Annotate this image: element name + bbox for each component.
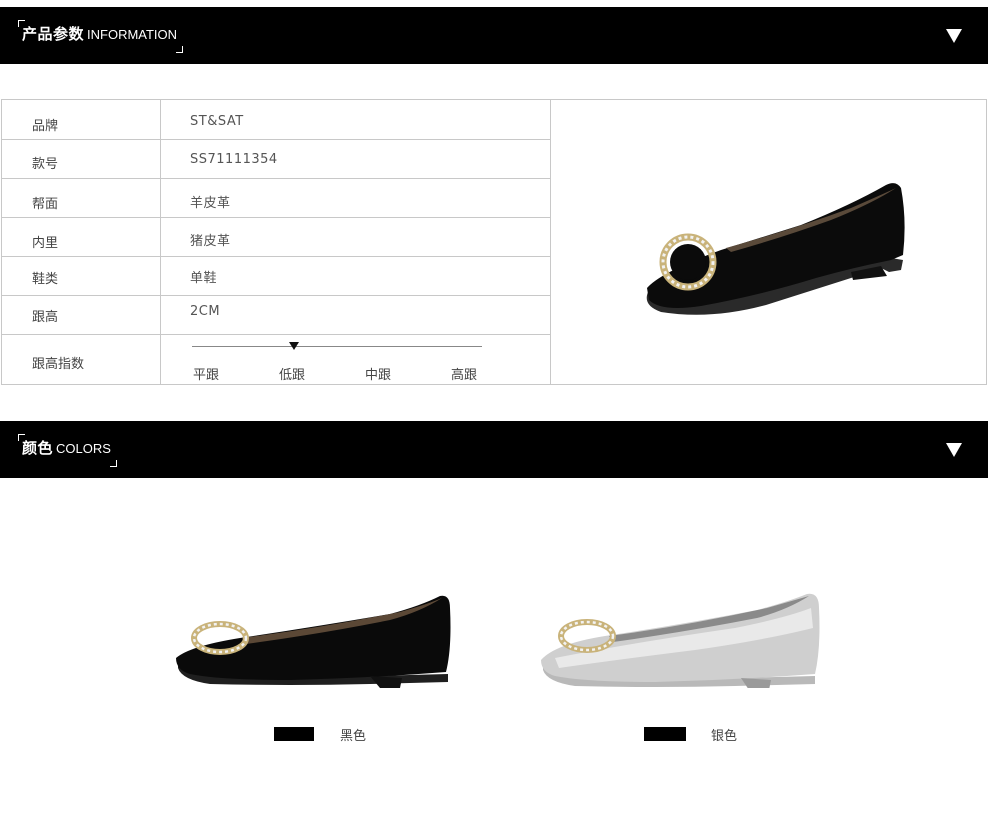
color-label: 银色 [711,729,738,744]
param-value: 羊皮革 [190,196,231,211]
table-divider [160,100,161,384]
table-row: 品牌 ST&SAT [2,100,550,140]
product-info-panel: 品牌 ST&SAT 款号 SS71111354 帮面 羊皮革 内里 猪皮革 鞋类… [1,99,987,385]
param-label: 内里 [32,236,59,251]
param-value: SS71111354 [190,152,278,167]
black-shoe-image[interactable] [170,588,460,688]
param-label: 鞋类 [32,272,59,287]
params-table: 品牌 ST&SAT 款号 SS71111354 帮面 羊皮革 内里 猪皮革 鞋类… [2,100,551,384]
bracket-close-icon [109,460,117,467]
table-row: 鞋类 单鞋 [2,256,550,296]
table-row: 跟高 2CM [2,295,550,335]
color-swatch-black[interactable] [274,727,314,741]
color-swatch-silver[interactable] [644,727,686,741]
param-value: 2CM [190,304,221,319]
section-title-cn: 颜色 [22,439,54,457]
bracket-open-icon [18,20,25,27]
section-title: 颜色 COLORS [18,434,117,467]
heel-scale-line [192,346,482,347]
section-header-colors: 颜色 COLORS [0,421,988,478]
heel-level-label: 中跟 [365,368,392,383]
heel-level-label: 高跟 [451,368,478,383]
heel-index-label: 跟高指数 [32,357,85,372]
color-label: 黑色 [340,729,367,744]
section-title-en: INFORMATION [87,27,178,42]
section-title-cn: 产品参数 [22,25,85,43]
section-title: 产品参数 INFORMATION [18,20,184,53]
param-value: 猪皮革 [190,234,231,249]
triangle-down-icon[interactable] [946,443,962,457]
black-flat-shoe-image [646,183,905,315]
param-label: 款号 [32,157,59,172]
bracket-open-icon [18,434,25,441]
heel-level-label: 平跟 [193,368,220,383]
table-row: 帮面 羊皮革 [2,178,550,218]
table-row: 款号 SS71111354 [2,139,550,179]
param-value: ST&SAT [190,114,244,129]
silver-shoe-image[interactable] [535,588,825,688]
product-image [551,100,986,384]
heel-level-label: 低跟 [279,368,306,383]
section-header-information: 产品参数 INFORMATION [0,7,988,64]
param-label: 品牌 [32,119,59,134]
bracket-close-icon [176,46,184,53]
param-label: 跟高 [32,310,59,325]
heel-scale-marker [289,342,299,350]
color-options: 黑色 银色 [0,478,990,825]
heel-index-row: 跟高指数 平跟 低跟 中跟 高跟 [2,334,550,384]
param-label: 帮面 [32,197,59,212]
table-row: 内里 猪皮革 [2,217,550,257]
triangle-down-icon[interactable] [946,29,962,43]
param-value: 单鞋 [190,271,218,286]
section-title-en: COLORS [56,441,111,456]
